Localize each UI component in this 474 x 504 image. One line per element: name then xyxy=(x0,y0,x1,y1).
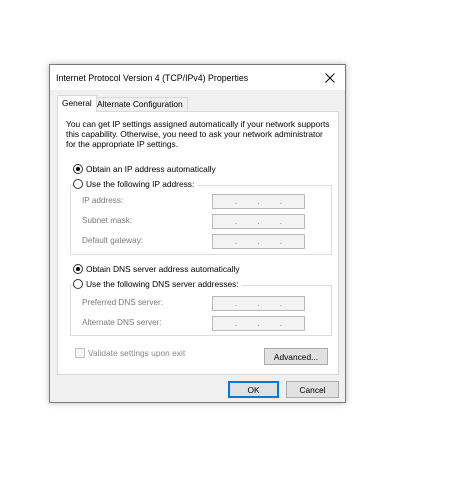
tab-general[interactable]: General xyxy=(57,95,97,112)
cancel-button[interactable]: Cancel xyxy=(286,381,339,398)
octet-dot: . xyxy=(235,217,238,226)
intro-line: for the appropriate IP settings. xyxy=(66,139,179,150)
octet-dot: . xyxy=(257,197,260,206)
octet-dot: . xyxy=(235,197,238,206)
validate-settings-checkbox[interactable]: Validate settings upon exit xyxy=(75,348,185,358)
octet-dot: . xyxy=(279,217,282,226)
octet-dot: . xyxy=(279,299,282,308)
octet-dot: . xyxy=(279,319,282,328)
tab-alternate-configuration[interactable]: Alternate Configuration xyxy=(92,97,188,111)
octet-dot: . xyxy=(235,319,238,328)
octet-dot: . xyxy=(257,217,260,226)
use-following-dns-label: Use the following DNS server addresses: xyxy=(86,279,239,289)
obtain-dns-auto-label: Obtain DNS server address automatically xyxy=(86,264,240,274)
octet-dot: . xyxy=(257,299,260,308)
default-gateway-input[interactable]: ... xyxy=(212,234,305,249)
octet-dot: . xyxy=(235,237,238,246)
intro-line: this capability. Otherwise, you need to … xyxy=(66,129,323,140)
octet-dot: . xyxy=(257,319,260,328)
use-following-ip-radio[interactable]: Use the following IP address: xyxy=(73,179,198,189)
obtain-ip-auto-label: Obtain an IP address automatically xyxy=(86,164,216,174)
title-bar[interactable]: Internet Protocol Version 4 (TCP/IPv4) P… xyxy=(50,65,345,90)
intro-line: You can get IP settings assigned automat… xyxy=(66,119,330,129)
radio-button[interactable] xyxy=(73,279,83,289)
validate-settings-label: Validate settings upon exit xyxy=(88,348,186,358)
tcpip-properties-dialog: Internet Protocol Version 4 (TCP/IPv4) P… xyxy=(49,64,346,403)
close-icon xyxy=(325,72,335,83)
ip-address-input[interactable]: ... xyxy=(212,194,305,209)
octet-dot: . xyxy=(235,299,238,308)
advanced-button[interactable]: Advanced... xyxy=(264,348,328,365)
octet-dot: . xyxy=(257,237,260,246)
general-tab-panel: You can get IP settings assigned automat… xyxy=(57,111,339,375)
octet-dot: . xyxy=(279,237,282,246)
radio-button[interactable] xyxy=(73,179,83,189)
obtain-ip-auto-radio[interactable]: Obtain an IP address automatically xyxy=(73,164,216,174)
dialog-title: Internet Protocol Version 4 (TCP/IPv4) P… xyxy=(56,73,249,83)
preferred-dns-input[interactable]: ... xyxy=(212,296,305,311)
default-gateway-label: Default gateway: xyxy=(82,236,143,245)
checkbox-box[interactable] xyxy=(75,348,85,358)
preferred-dns-label: Preferred DNS server: xyxy=(82,298,163,307)
close-button[interactable] xyxy=(315,65,345,90)
use-following-dns-radio[interactable]: Use the following DNS server addresses: xyxy=(73,279,242,289)
alternate-dns-label: Alternate DNS server: xyxy=(82,318,162,327)
subnet-mask-label: Subnet mask: xyxy=(82,216,133,225)
obtain-dns-auto-radio[interactable]: Obtain DNS server address automatically xyxy=(73,264,240,274)
intro-text: You can get IP settings assigned automat… xyxy=(66,119,334,150)
subnet-mask-input[interactable]: ... xyxy=(212,214,305,229)
alternate-dns-input[interactable]: ... xyxy=(212,316,305,331)
octet-dot: . xyxy=(279,197,282,206)
ip-address-label: IP address: xyxy=(82,196,124,205)
use-following-ip-label: Use the following IP address: xyxy=(86,179,195,189)
ok-button[interactable]: OK xyxy=(228,381,279,398)
radio-button[interactable] xyxy=(73,164,83,174)
radio-button[interactable] xyxy=(73,264,83,274)
